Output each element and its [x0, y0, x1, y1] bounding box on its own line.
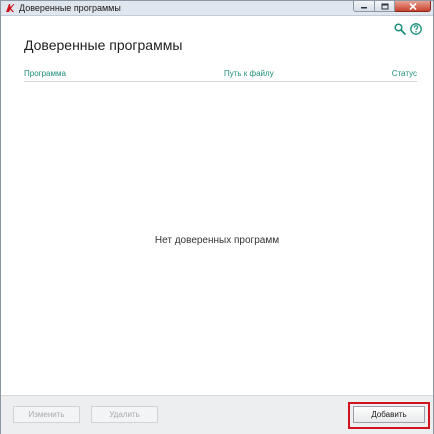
close-button[interactable]	[395, 1, 431, 12]
maximize-icon	[381, 3, 388, 9]
window-controls	[353, 1, 431, 12]
close-icon	[408, 2, 417, 10]
minimize-icon	[361, 7, 367, 9]
column-file-path[interactable]: Путь к файлу	[224, 69, 274, 78]
add-button-highlight	[348, 402, 430, 429]
header-tools	[394, 23, 422, 35]
title-bar[interactable]: Доверенные программы	[1, 1, 433, 16]
trusted-programs-window: Доверенные программы Доверенные программ…	[0, 0, 434, 434]
search-icon[interactable]	[394, 23, 406, 35]
kaspersky-icon	[6, 4, 15, 12]
column-status[interactable]: Статус	[392, 69, 417, 78]
page-title: Доверенные программы	[24, 37, 183, 53]
column-program[interactable]: Программа	[24, 69, 66, 78]
empty-list-message: Нет доверенных программ	[154, 235, 280, 246]
edit-button[interactable]: Изменить	[13, 406, 80, 423]
maximize-button[interactable]	[375, 1, 395, 12]
help-icon[interactable]	[410, 23, 422, 35]
window-title: Доверенные программы	[19, 3, 121, 13]
delete-button[interactable]: Удалить	[91, 406, 158, 423]
table-header: Программа Путь к файлу Статус	[24, 68, 417, 82]
minimize-button[interactable]	[353, 1, 375, 12]
